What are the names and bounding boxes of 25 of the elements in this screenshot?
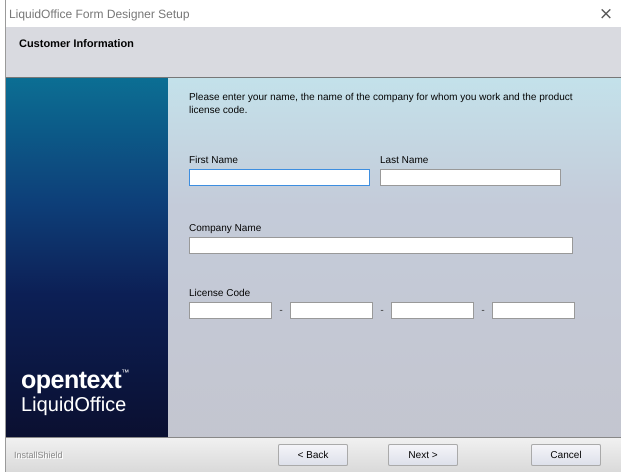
installer-brand-text: InstallShield <box>14 450 64 460</box>
field-label: Last Name <box>380 155 430 166</box>
brand-logo-text: opentext <box>21 368 122 393</box>
product-name: LiquidOffice <box>21 394 128 417</box>
cancel-button[interactable]: Cancel <box>531 444 601 466</box>
license-input-field[interactable] <box>290 302 373 319</box>
field-label: First Name <box>189 155 239 166</box>
instructions-text: Please enter your name, the name of the company for whom you work and the product license code. <box>189 92 574 117</box>
next-button[interactable]: Next > <box>388 444 458 466</box>
close-button[interactable]: × <box>591 4 621 24</box>
license-input-field[interactable] <box>391 302 474 319</box>
name-input-field[interactable] <box>189 169 370 186</box>
window-title: LiquidOffice Form Designer Setup <box>9 6 190 20</box>
license-input-field[interactable] <box>189 302 272 319</box>
company-input-field[interactable] <box>189 237 573 254</box>
separator-dash: - <box>278 305 284 316</box>
separator-dash: - <box>379 305 385 316</box>
field-label: Company Name <box>189 223 262 234</box>
trademark-sign: ™ <box>121 368 130 377</box>
page-title: Customer Information <box>19 38 134 50</box>
name-input-field[interactable] <box>380 169 561 186</box>
separator-dash: - <box>480 305 486 316</box>
back-button[interactable]: < Back <box>278 444 348 466</box>
field-label: License Code <box>189 288 252 299</box>
license-input-field[interactable] <box>492 302 575 319</box>
